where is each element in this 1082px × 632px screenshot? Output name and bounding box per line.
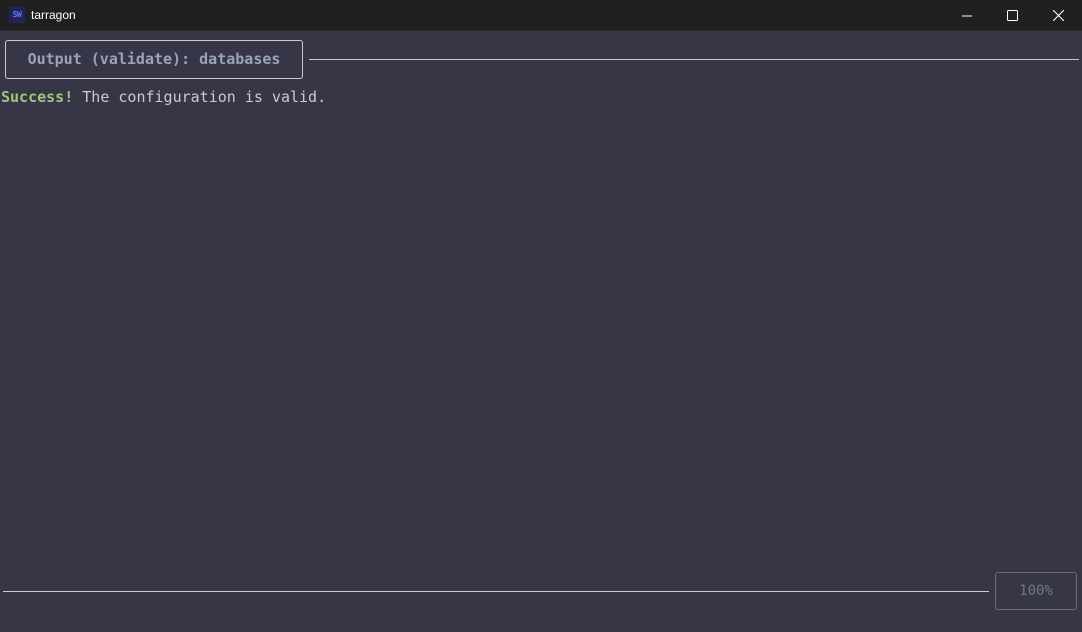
output-message: The configuration is valid. <box>73 88 327 106</box>
terminal-content: Output (validate): databases Success! Th… <box>0 31 1082 632</box>
title-bar[interactable]: SW tarragon <box>0 0 1082 31</box>
close-button[interactable] <box>1035 0 1081 31</box>
footer-divider <box>3 591 989 592</box>
window-title: tarragon <box>31 8 76 22</box>
output-header: Output (validate): databases <box>5 40 303 79</box>
scroll-progress: 100% <box>995 572 1077 610</box>
app-icon: SW <box>9 7 25 23</box>
output-line: Success! The configuration is valid. <box>1 87 326 107</box>
minimize-icon <box>962 15 972 16</box>
minimize-button[interactable] <box>944 0 990 31</box>
maximize-icon <box>1006 10 1018 21</box>
maximize-button[interactable] <box>989 0 1035 31</box>
terminal-window: SW tarragon Output (validate): databases… <box>0 0 1082 632</box>
header-divider <box>309 59 1079 60</box>
success-label: Success! <box>1 88 74 106</box>
close-icon <box>1052 10 1064 21</box>
